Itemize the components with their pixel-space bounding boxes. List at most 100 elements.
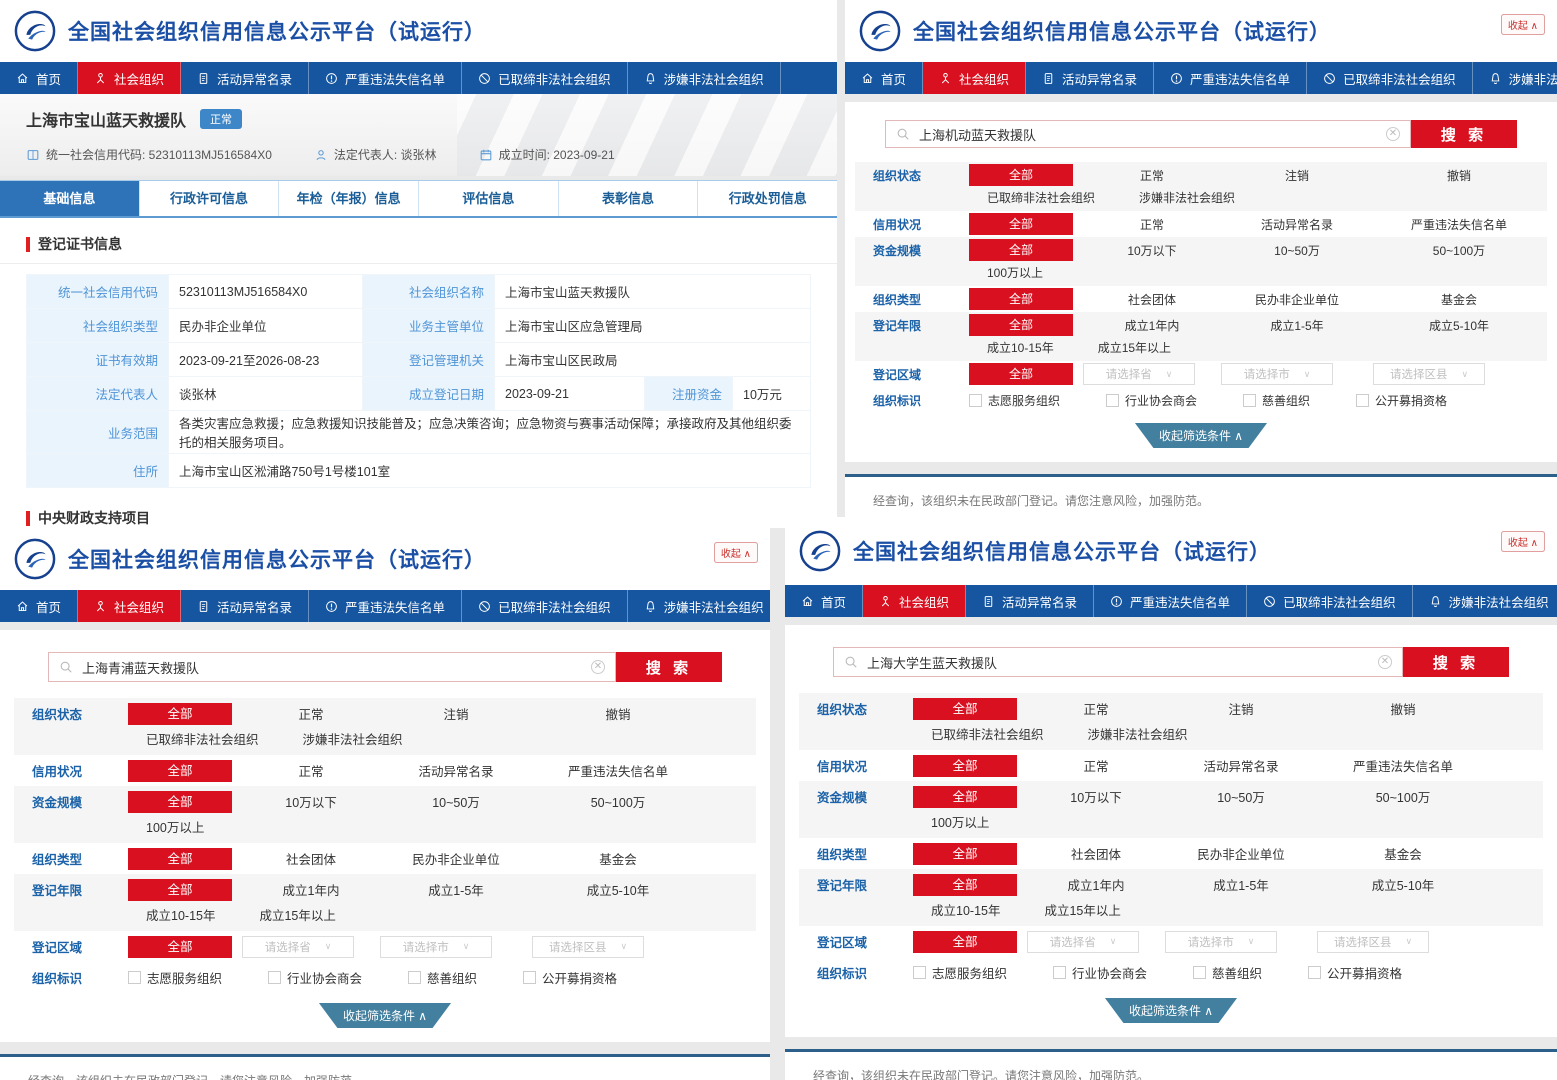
filter-option[interactable]: 已取缔非法社会组织 bbox=[146, 729, 259, 748]
nav-item-suspected-illegal-orgs[interactable]: 涉嫌非法社会组织 bbox=[628, 590, 770, 622]
province-select[interactable]: 请选择省∨ bbox=[1083, 363, 1195, 385]
filter-option-all[interactable]: 全部 bbox=[969, 314, 1073, 336]
nav-item-social-orgs[interactable]: 社会组织 bbox=[923, 62, 1026, 94]
tab-basic-info[interactable]: 基础信息 bbox=[0, 181, 140, 216]
filter-option[interactable]: 成立1年内 bbox=[242, 880, 380, 899]
filter-option-all[interactable]: 全部 bbox=[913, 843, 1017, 865]
filter-option[interactable]: 成立15年以上 bbox=[1044, 900, 1120, 919]
filter-option[interactable]: 50~100万 bbox=[1317, 787, 1489, 806]
filter-option[interactable]: 10~50万 bbox=[1165, 787, 1317, 806]
filter-option[interactable]: 成立5-10年 bbox=[1373, 317, 1545, 334]
filter-option[interactable]: 基金会 bbox=[1317, 844, 1489, 863]
filter-option[interactable]: 成立5-10年 bbox=[1317, 875, 1489, 894]
filter-option-all[interactable]: 全部 bbox=[128, 879, 232, 901]
filter-option[interactable]: 活动异常名录 bbox=[1165, 756, 1317, 775]
tab-commendation[interactable]: 表彰信息 bbox=[559, 181, 699, 216]
nav-item-abnormal-activity[interactable]: 活动异常名录 bbox=[966, 585, 1094, 617]
filter-option[interactable]: 撤销 bbox=[1373, 167, 1545, 184]
filter-option-all[interactable]: 全部 bbox=[913, 786, 1017, 808]
filter-option[interactable]: 正常 bbox=[242, 761, 380, 780]
nav-item-abnormal-activity[interactable]: 活动异常名录 bbox=[181, 62, 309, 94]
filter-option-all[interactable]: 全部 bbox=[128, 848, 232, 870]
filter-option[interactable]: 10~50万 bbox=[1221, 242, 1373, 259]
search-input[interactable] bbox=[919, 127, 1377, 142]
filter-option[interactable]: 涉嫌非法社会组织 bbox=[303, 729, 403, 748]
district-select[interactable]: 请选择区县∨ bbox=[1373, 363, 1485, 385]
nav-item-social-orgs[interactable]: 社会组织 bbox=[863, 585, 966, 617]
search-button[interactable]: 搜 索 bbox=[1411, 120, 1517, 148]
checkbox-volunteer-org[interactable]: 志愿服务组织 bbox=[969, 392, 1060, 409]
filter-option[interactable]: 民办非企业单位 bbox=[1165, 844, 1317, 863]
filter-option-all[interactable]: 全部 bbox=[969, 363, 1073, 385]
tab-admin-license[interactable]: 行政许可信息 bbox=[140, 181, 280, 216]
checkbox-industry-assoc[interactable]: 行业协会商会 bbox=[1106, 392, 1197, 409]
filter-option[interactable]: 正常 bbox=[1027, 756, 1165, 775]
filter-option-all[interactable]: 全部 bbox=[913, 755, 1017, 777]
city-select[interactable]: 请选择市∨ bbox=[1165, 931, 1277, 953]
nav-item-banned-orgs[interactable]: 已取缔非法社会组织 bbox=[1307, 62, 1473, 94]
filter-option[interactable]: 活动异常名录 bbox=[1221, 216, 1373, 233]
filter-option[interactable]: 涉嫌非法社会组织 bbox=[1088, 724, 1188, 743]
filter-option[interactable]: 成立1年内 bbox=[1083, 317, 1221, 334]
filter-option[interactable]: 已取缔非法社会组织 bbox=[987, 189, 1095, 206]
checkbox-volunteer-org[interactable]: 志愿服务组织 bbox=[913, 963, 1007, 982]
collapse-row-button[interactable]: 收起 ∧ bbox=[1501, 14, 1545, 35]
filter-option[interactable]: 成立15年以上 bbox=[259, 905, 335, 924]
tab-annual-report[interactable]: 年检（年报）信息 bbox=[279, 181, 419, 216]
province-select[interactable]: 请选择省∨ bbox=[1027, 931, 1139, 953]
nav-item-serious-violations[interactable]: 严重违法失信名单 bbox=[1154, 62, 1307, 94]
checkbox-volunteer-org[interactable]: 志愿服务组织 bbox=[128, 968, 222, 987]
nav-item-social-orgs[interactable]: 社会组织 bbox=[78, 62, 181, 94]
filter-option-all[interactable]: 全部 bbox=[913, 698, 1017, 720]
clear-search-icon[interactable]: ✕ bbox=[1378, 655, 1392, 669]
nav-item-serious-violations[interactable]: 严重违法失信名单 bbox=[309, 62, 462, 94]
filter-option[interactable]: 社会团体 bbox=[1083, 291, 1221, 308]
filter-option-all[interactable]: 全部 bbox=[969, 164, 1073, 186]
checkbox-public-fundraising[interactable]: 公开募捐资格 bbox=[1308, 963, 1402, 982]
filter-option-all[interactable]: 全部 bbox=[128, 703, 232, 725]
nav-item-social-orgs[interactable]: 社会组织 bbox=[78, 590, 181, 622]
filter-option[interactable]: 正常 bbox=[1027, 699, 1165, 718]
checkbox-charity-org[interactable]: 慈善组织 bbox=[408, 968, 477, 987]
filter-option-all[interactable]: 全部 bbox=[128, 936, 232, 958]
tab-admin-penalty[interactable]: 行政处罚信息 bbox=[698, 181, 837, 216]
filter-option[interactable]: 成立1-5年 bbox=[1221, 317, 1373, 334]
filter-option-all[interactable]: 全部 bbox=[969, 213, 1073, 235]
city-select[interactable]: 请选择市∨ bbox=[1221, 363, 1333, 385]
filter-option[interactable]: 撤销 bbox=[1317, 699, 1489, 718]
filter-option[interactable]: 10万以下 bbox=[1027, 787, 1165, 806]
filter-option[interactable]: 成立10-15年 bbox=[931, 900, 1000, 919]
filter-option[interactable]: 50~100万 bbox=[1373, 242, 1545, 259]
checkbox-industry-assoc[interactable]: 行业协会商会 bbox=[268, 968, 362, 987]
filter-option[interactable]: 成立10-15年 bbox=[146, 905, 215, 924]
nav-item-home[interactable]: 首页 bbox=[845, 62, 923, 94]
filter-option-all[interactable]: 全部 bbox=[128, 791, 232, 813]
nav-item-banned-orgs[interactable]: 已取缔非法社会组织 bbox=[462, 62, 628, 94]
collapse-filters-button[interactable]: 收起筛选条件 ∧ bbox=[1105, 998, 1237, 1023]
city-select[interactable]: 请选择市∨ bbox=[380, 936, 492, 958]
filter-option[interactable]: 50~100万 bbox=[532, 792, 704, 811]
district-select[interactable]: 请选择区县∨ bbox=[1317, 931, 1429, 953]
filter-option[interactable]: 100万以上 bbox=[931, 812, 989, 831]
filter-option[interactable]: 100万以上 bbox=[987, 264, 1043, 281]
filter-option[interactable]: 基金会 bbox=[1373, 291, 1545, 308]
filter-option[interactable]: 社会团体 bbox=[242, 849, 380, 868]
nav-item-home[interactable]: 首页 bbox=[0, 62, 78, 94]
filter-option[interactable]: 成立1-5年 bbox=[1165, 875, 1317, 894]
province-select[interactable]: 请选择省∨ bbox=[242, 936, 354, 958]
nav-item-banned-orgs[interactable]: 已取缔非法社会组织 bbox=[462, 590, 628, 622]
search-input[interactable] bbox=[867, 655, 1369, 670]
nav-item-banned-orgs[interactable]: 已取缔非法社会组织 bbox=[1247, 585, 1413, 617]
filter-option[interactable]: 成立10-15年 bbox=[987, 339, 1054, 356]
nav-item-serious-violations[interactable]: 严重违法失信名单 bbox=[309, 590, 462, 622]
filter-option[interactable]: 基金会 bbox=[532, 849, 704, 868]
filter-option[interactable]: 成立5-10年 bbox=[532, 880, 704, 899]
filter-option[interactable]: 严重违法失信名单 bbox=[1317, 756, 1489, 775]
collapse-filters-button[interactable]: 收起筛选条件 ∧ bbox=[1135, 423, 1267, 448]
collapse-row-button[interactable]: 收起 ∧ bbox=[714, 542, 758, 563]
filter-option[interactable]: 社会团体 bbox=[1027, 844, 1165, 863]
filter-option-all[interactable]: 全部 bbox=[969, 239, 1073, 261]
checkbox-public-fundraising[interactable]: 公开募捐资格 bbox=[1356, 392, 1447, 409]
filter-option[interactable]: 10万以下 bbox=[1083, 242, 1221, 259]
checkbox-industry-assoc[interactable]: 行业协会商会 bbox=[1053, 963, 1147, 982]
